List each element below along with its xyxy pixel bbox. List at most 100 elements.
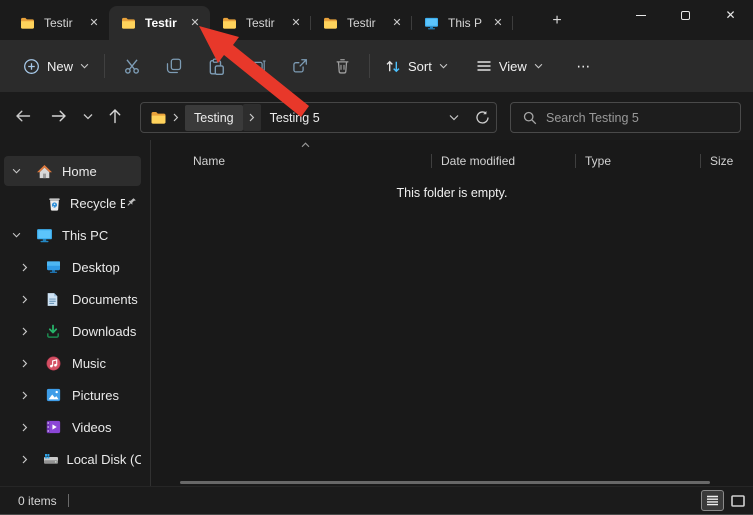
pictures-icon: [46, 388, 66, 402]
sidebar-item-videos[interactable]: Videos: [4, 412, 141, 442]
sidebar-item-home[interactable]: Home: [4, 156, 141, 186]
folder-icon: [222, 17, 237, 29]
paste-button[interactable]: [195, 48, 237, 84]
monitor-icon: [36, 228, 56, 243]
new-tab-button[interactable]: +: [544, 10, 570, 34]
copy-icon: [166, 58, 182, 74]
address-bar[interactable]: Testing Testing 5: [140, 102, 497, 133]
column-header-name[interactable]: Name: [151, 154, 431, 168]
sidebar-item-recycle-bin[interactable]: Recycle Bin: [4, 188, 141, 218]
tab-close-icon[interactable]: ✕: [85, 14, 103, 32]
sidebar-item-music[interactable]: Music: [4, 348, 141, 378]
chevron-right-icon[interactable]: [22, 295, 46, 304]
details-view-button[interactable]: [701, 490, 724, 511]
breadcrumb-chevron-icon[interactable]: [242, 104, 261, 131]
folder-icon: [150, 111, 167, 124]
search-input[interactable]: [546, 110, 740, 125]
folder-icon: [20, 17, 35, 29]
desktop-icon: [46, 260, 66, 274]
empty-folder-message: This folder is empty.: [396, 186, 508, 200]
sidebar-item-label: Downloads: [72, 323, 137, 339]
tab-label: Testir: [246, 16, 275, 30]
sidebar-item-this-pc[interactable]: This PC: [4, 220, 141, 250]
chevron-down-icon: [534, 63, 543, 69]
command-bar: New Sort View ⋯: [0, 40, 753, 92]
chevron-right-icon[interactable]: [22, 263, 46, 272]
sidebar-item-documents[interactable]: Documents: [4, 284, 141, 314]
file-list-pane: Name Date modified Type Size This folder…: [151, 140, 753, 486]
tab-close-icon[interactable]: ✕: [287, 14, 305, 32]
column-header-type[interactable]: Type: [575, 154, 700, 168]
chevron-down-icon[interactable]: [12, 232, 36, 238]
tab-testing-2-active[interactable]: Testir ✕: [109, 6, 210, 40]
chevron-right-icon[interactable]: [22, 391, 46, 400]
documents-icon: [46, 292, 66, 307]
delete-button[interactable]: [321, 48, 363, 84]
videos-icon: [46, 420, 66, 434]
breadcrumb-chevron-icon[interactable]: [167, 104, 185, 131]
sort-button-label: Sort: [408, 58, 432, 74]
large-icons-view-button[interactable]: [726, 490, 749, 511]
sort-button[interactable]: Sort: [376, 48, 457, 84]
column-header-date-modified[interactable]: Date modified: [431, 154, 575, 168]
chevron-down-icon[interactable]: [12, 168, 36, 174]
close-icon: ✕: [725, 8, 736, 22]
chevron-right-icon[interactable]: [22, 359, 46, 368]
recent-locations-button[interactable]: [76, 92, 100, 140]
tab-testing-1[interactable]: Testir ✕: [8, 6, 109, 40]
minimize-button[interactable]: [618, 0, 663, 30]
close-button[interactable]: ✕: [708, 0, 753, 30]
breadcrumb-segment-testing-5[interactable]: Testing 5: [261, 105, 329, 131]
tab-testing-3[interactable]: Testir ✕: [210, 6, 311, 40]
column-header-size[interactable]: Size: [700, 154, 753, 168]
trash-icon: [335, 58, 350, 74]
sidebar-item-local-disk-c[interactable]: Local Disk (C:): [4, 444, 141, 474]
tab-close-icon[interactable]: ✕: [388, 14, 406, 32]
navigation-pane: Home Recycle Bin This PC Desktop Documen…: [0, 140, 150, 486]
sidebar-item-label: Home: [62, 163, 97, 179]
folder-icon: [323, 17, 338, 29]
sidebar-item-downloads[interactable]: Downloads: [4, 316, 141, 346]
sidebar-item-label: Videos: [72, 419, 112, 435]
sidebar-item-label: Pictures: [72, 387, 119, 403]
chevron-right-icon[interactable]: [22, 327, 46, 336]
large-icons-view-icon: [730, 494, 745, 507]
home-icon: [36, 164, 56, 179]
view-button-label: View: [498, 58, 527, 74]
cut-button[interactable]: [111, 48, 153, 84]
forward-button[interactable]: [44, 92, 74, 140]
toolbar-separator: [369, 54, 371, 78]
up-button[interactable]: [100, 92, 130, 140]
tab-this-pc[interactable]: This P ✕: [412, 6, 513, 40]
tab-close-icon[interactable]: ✕: [186, 14, 204, 32]
breadcrumb-segment-testing[interactable]: Testing: [185, 104, 243, 131]
sidebar-item-desktop[interactable]: Desktop: [4, 252, 141, 282]
status-divider: [67, 494, 69, 507]
chevron-right-icon[interactable]: [22, 455, 43, 464]
file-explorer-window: Testir ✕ Testir ✕ Testir ✕ Testir ✕ This…: [0, 0, 753, 515]
sort-ascending-icon: [301, 142, 310, 148]
refresh-button[interactable]: [468, 104, 496, 131]
tab-testing-4[interactable]: Testir ✕: [311, 6, 412, 40]
rename-button[interactable]: [237, 48, 279, 84]
tab-close-icon[interactable]: ✕: [489, 14, 507, 32]
back-button[interactable]: [8, 92, 38, 140]
more-options-button[interactable]: ⋯: [566, 48, 602, 84]
sidebar-item-label: This PC: [62, 227, 109, 243]
maximize-button[interactable]: [663, 0, 708, 30]
local-disk-icon: [43, 453, 60, 466]
view-button[interactable]: View: [467, 48, 552, 84]
chevron-down-icon: [80, 63, 89, 69]
downloads-icon: [46, 324, 66, 339]
sidebar-item-pictures[interactable]: Pictures: [4, 380, 141, 410]
horizontal-scrollbar[interactable]: [180, 481, 710, 484]
share-button[interactable]: [279, 48, 321, 84]
copy-button[interactable]: [153, 48, 195, 84]
search-box[interactable]: [510, 102, 741, 133]
address-dropdown-button[interactable]: [440, 104, 468, 131]
new-button[interactable]: New: [14, 48, 98, 84]
recycle-bin-icon: [48, 196, 64, 211]
clipboard-icon: [208, 58, 224, 75]
share-icon: [292, 58, 308, 74]
chevron-right-icon[interactable]: [22, 423, 46, 432]
